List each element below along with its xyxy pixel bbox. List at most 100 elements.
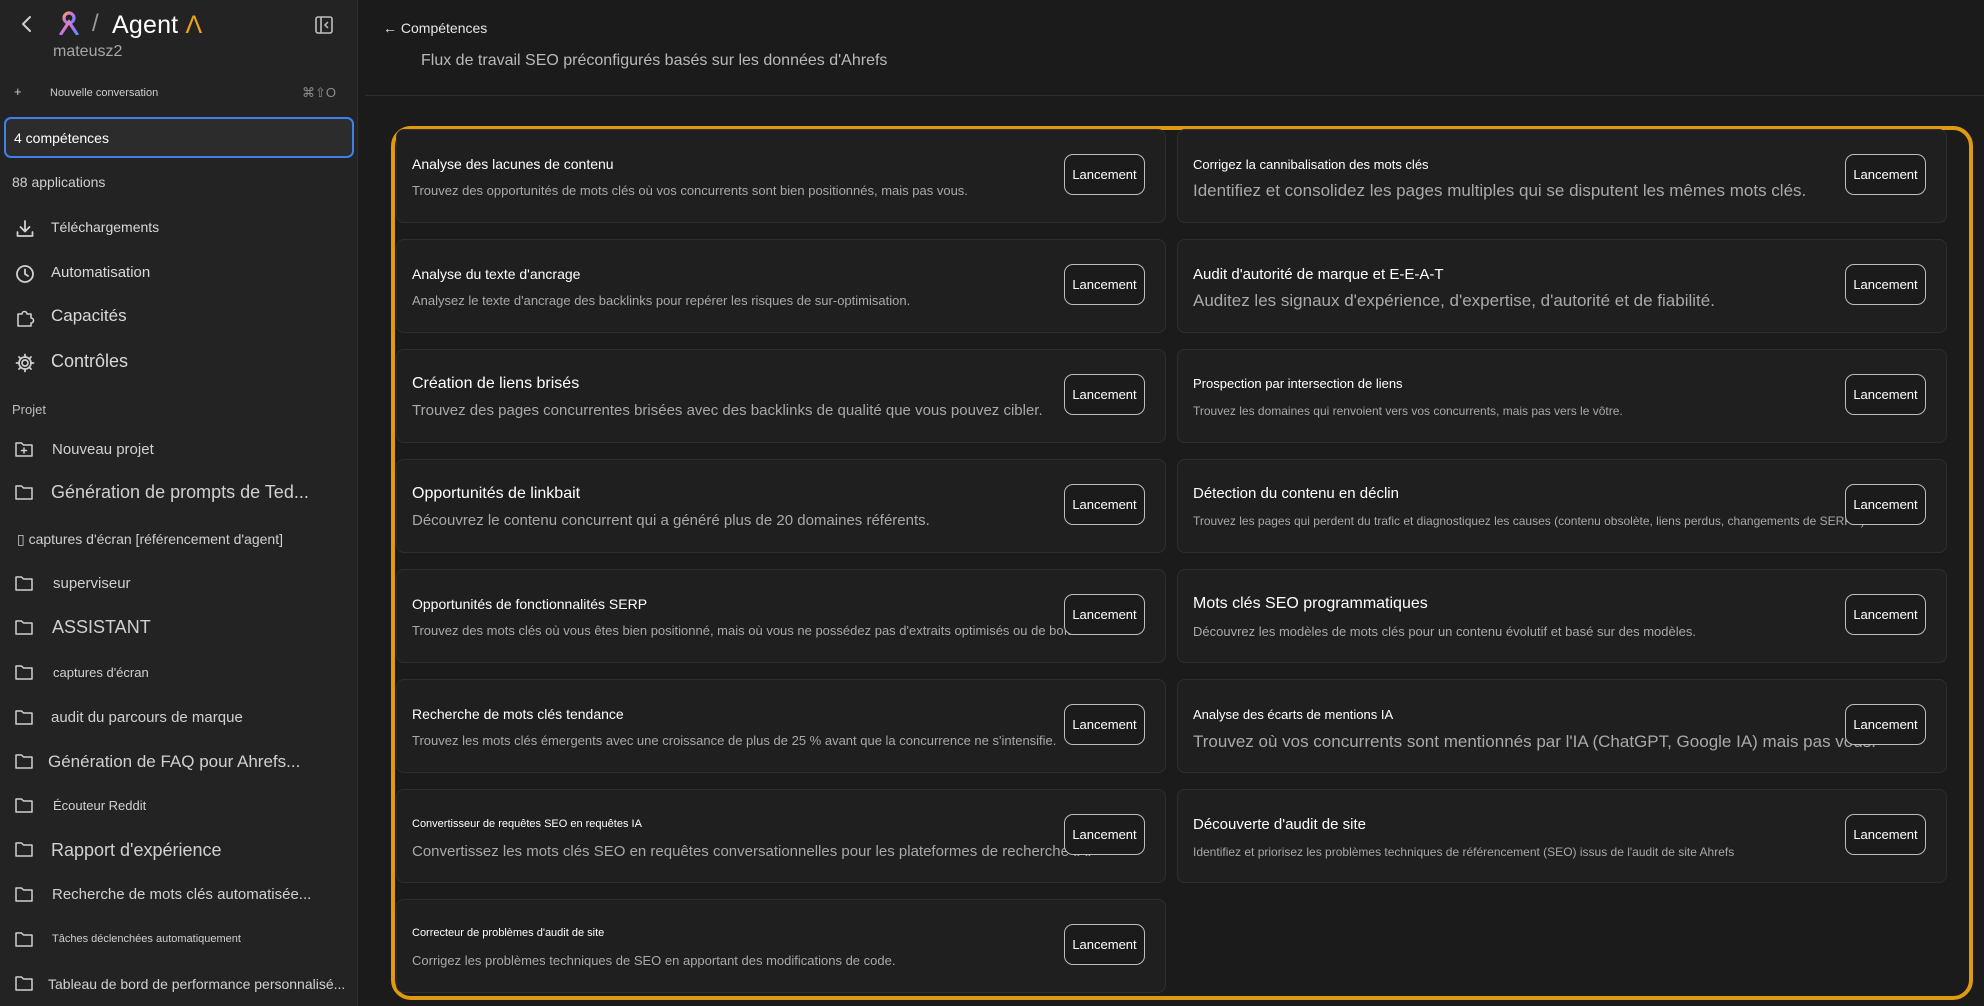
launch-button[interactable]: Lancement	[1064, 264, 1145, 305]
sidebar-item-label: Téléchargements	[51, 219, 160, 235]
sidebar-item-label: Capacités	[51, 306, 127, 325]
project-item[interactable]: ▯ captures d'écran [référencement d'agen…	[0, 525, 358, 555]
skill-description: Trouvez des opportunités de mots clés où…	[412, 183, 968, 198]
sidebar-item-controles[interactable]: Contrôles	[0, 348, 358, 376]
project-item[interactable]: Tâches déclenchées automatiquement	[0, 925, 358, 955]
project-item-label: Tableau de bord de performance personnal…	[48, 976, 346, 992]
project-item-label: Tâches déclenchées automatiquement	[52, 933, 241, 945]
sidebar-item-telechargements[interactable]: Téléchargements	[0, 214, 358, 242]
sidebar: / Agent Λ mateusz2 + Nouvelle conversati…	[0, 0, 358, 1006]
launch-button[interactable]: Lancement	[1845, 704, 1926, 745]
project-item-label: ▯ captures d'écran [référencement d'agen…	[17, 531, 283, 547]
skill-title: Analyse du texte d'ancrage	[412, 266, 581, 282]
brand-name: Agent Λ	[112, 11, 203, 39]
skill-description: Trouvez des pages concurrentes brisées a…	[412, 402, 1043, 419]
skill-title: Découverte d'audit de site	[1193, 816, 1366, 833]
launch-button[interactable]: Lancement	[1064, 704, 1145, 745]
project-item[interactable]: Génération de FAQ pour Ahrefs...	[0, 747, 358, 777]
skill-title: Prospection par intersection de liens	[1193, 376, 1403, 391]
launch-button[interactable]: Lancement	[1845, 484, 1926, 525]
project-item[interactable]: Écouteur Reddit	[0, 791, 358, 821]
launch-button[interactable]: Lancement	[1845, 374, 1926, 415]
skill-card: Convertisseur de requêtes SEO en requête…	[396, 789, 1166, 883]
project-item[interactable]: audit du parcours de marque	[0, 703, 358, 733]
skill-card: Recherche de mots clés tendance Trouvez …	[396, 679, 1166, 773]
skill-title: Recherche de mots clés tendance	[412, 706, 624, 722]
skill-card: Découverte d'audit de site Identifiez et…	[1177, 789, 1947, 883]
breadcrumb-back-link[interactable]: ← Compétences	[383, 20, 487, 36]
chevron-left-icon[interactable]	[18, 14, 36, 34]
skill-card: Analyse des écarts de mentions IA Trouve…	[1177, 679, 1947, 773]
launch-button[interactable]: Lancement	[1064, 374, 1145, 415]
folder-icon	[15, 798, 33, 813]
folder-icon	[15, 620, 33, 635]
plus-icon: +	[14, 84, 22, 99]
project-item-label: Rapport d'expérience	[51, 840, 222, 860]
project-item-label: superviseur	[53, 575, 131, 592]
project-item-label: Recherche de mots clés automatisée...	[52, 886, 312, 903]
skill-card: Analyse des lacunes de contenu Trouvez d…	[396, 129, 1166, 223]
project-item-nouveau-projet[interactable]: Nouveau projet	[0, 435, 358, 465]
launch-button[interactable]: Lancement	[1845, 264, 1926, 305]
header-divider	[365, 95, 1984, 96]
sidebar-item-automatisation[interactable]: Automatisation	[0, 259, 358, 287]
skill-title: Création de liens brisés	[412, 375, 580, 392]
folder-icon	[15, 665, 33, 680]
skill-card: Détection du contenu en déclin Trouvez l…	[1177, 459, 1947, 553]
competences-filter[interactable]: 4 compétences	[4, 117, 354, 158]
skill-description: Trouvez où vos concurrents sont mentionn…	[1193, 732, 1876, 751]
new-conversation-label: Nouvelle conversation	[50, 87, 159, 99]
project-item[interactable]: Génération de prompts de Ted...	[0, 478, 358, 508]
folder-icon	[15, 754, 33, 769]
project-item[interactable]: ASSISTANT	[0, 613, 358, 643]
skill-card: Analyse du texte d'ancrage Analysez le t…	[396, 239, 1166, 333]
skill-card: Audit d'autorité de marque et E-E-A-T Au…	[1177, 239, 1947, 333]
skill-title: Opportunités de linkbait	[412, 485, 581, 502]
folder-icon	[15, 932, 33, 947]
competences-filter-label: 4 compétences	[14, 130, 109, 146]
main-content: ← Compétences Flux de travail SEO précon…	[359, 0, 1984, 1006]
applications-link[interactable]: 88 applications	[12, 174, 105, 190]
skill-description: Auditez les signaux d'expérience, d'expe…	[1193, 291, 1715, 310]
project-item[interactable]: Recherche de mots clés automatisée...	[0, 880, 358, 910]
launch-button[interactable]: Lancement	[1064, 484, 1145, 525]
skill-card: Création de liens brisés Trouvez des pag…	[396, 349, 1166, 443]
clock-icon	[16, 265, 34, 283]
skill-description: Trouvez les pages qui perdent du trafic …	[1193, 514, 1865, 528]
skill-card: Mots clés SEO programmatiques Découvrez …	[1177, 569, 1947, 663]
skill-description: Convertissez les mots clés SEO en requêt…	[412, 843, 1092, 860]
launch-button[interactable]: Lancement	[1064, 924, 1145, 965]
gear-icon	[15, 353, 35, 373]
skill-title: Détection du contenu en déclin	[1193, 485, 1399, 502]
brand-separator: /	[92, 10, 99, 37]
project-item-label: Génération de FAQ pour Ahrefs...	[48, 752, 301, 771]
sidebar-item-capacites[interactable]: Capacités	[0, 303, 358, 331]
launch-button[interactable]: Lancement	[1064, 154, 1145, 195]
skill-card: Corrigez la cannibalisation des mots clé…	[1177, 129, 1947, 223]
skill-card: Opportunités de linkbait Découvrez le co…	[396, 459, 1166, 553]
folder-icon	[15, 976, 33, 991]
new-conversation-shortcut: ⌘⇧O	[302, 85, 337, 100]
brand-lambda: Λ	[185, 11, 203, 39]
skill-card: Opportunités de fonctionnalités SERP Tro…	[396, 569, 1166, 663]
download-icon	[16, 220, 34, 237]
launch-button[interactable]: Lancement	[1845, 154, 1926, 195]
skill-title: Mots clés SEO programmatiques	[1193, 595, 1428, 612]
username: mateusz2	[53, 43, 123, 60]
launch-button[interactable]: Lancement	[1064, 594, 1145, 635]
launch-button[interactable]: Lancement	[1845, 594, 1926, 635]
folder-icon	[15, 842, 33, 857]
sidebar-collapse-icon[interactable]	[314, 15, 334, 35]
skill-description: Découvrez les modèles de mots clés pour …	[1193, 624, 1696, 639]
skill-title: Convertisseur de requêtes SEO en requête…	[412, 818, 642, 830]
skill-description: Trouvez des mots clés où vous êtes bien …	[412, 623, 1117, 638]
launch-button[interactable]: Lancement	[1845, 814, 1926, 855]
project-item[interactable]: Rapport d'expérience	[0, 835, 358, 865]
project-item[interactable]: captures d'écran	[0, 658, 358, 688]
project-item-label: audit du parcours de marque	[51, 709, 243, 726]
project-item[interactable]: superviseur	[0, 569, 358, 599]
new-conversation-button[interactable]: + Nouvelle conversation ⌘⇧O	[0, 84, 358, 106]
project-item[interactable]: Tableau de bord de performance personnal…	[0, 969, 358, 999]
launch-button[interactable]: Lancement	[1064, 814, 1145, 855]
skill-description: Analysez le texte d'ancrage des backlink…	[412, 293, 911, 308]
